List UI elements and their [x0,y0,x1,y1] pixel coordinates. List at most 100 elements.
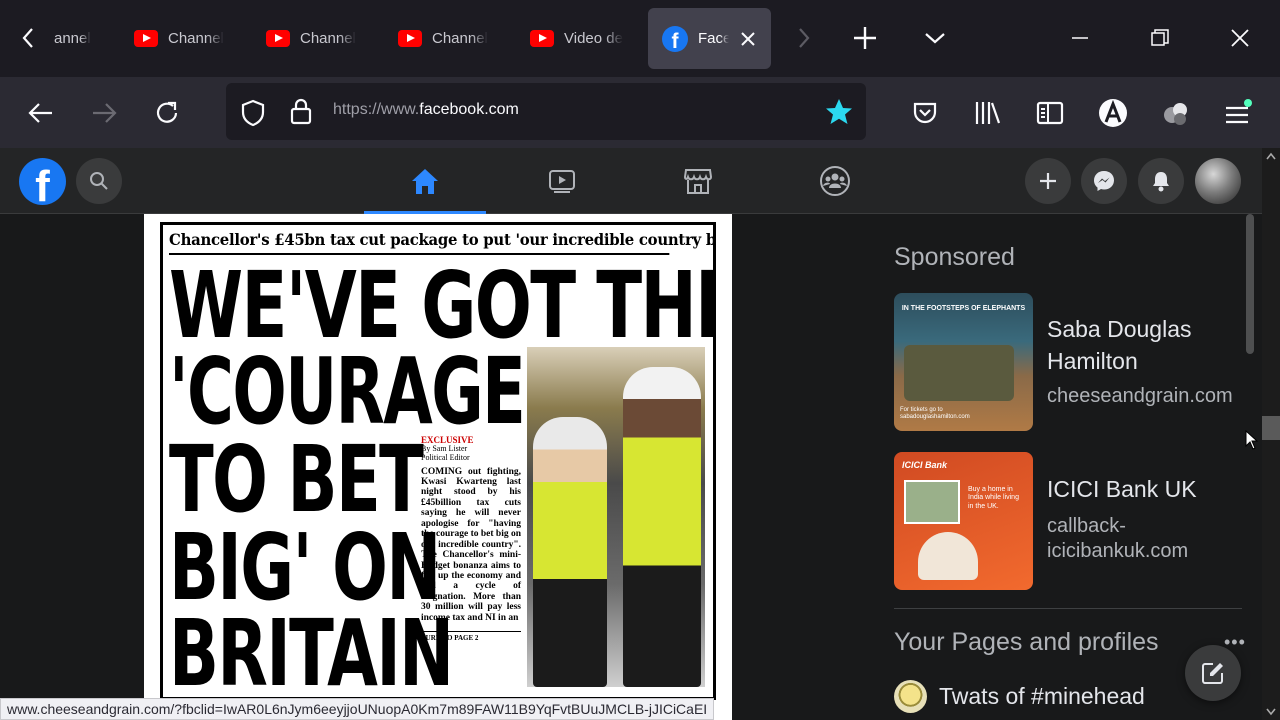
list-tabs-button[interactable] [919,22,951,54]
tab-marketplace[interactable] [637,148,759,213]
tab-strip: annel Channel Channel Channel Video de f… [0,0,1280,77]
lock-icon[interactable] [290,97,312,125]
scrollbar-thumb[interactable] [1262,416,1280,440]
restore-button[interactable] [1144,22,1176,54]
post-image-newspaper[interactable]: Chancellor's £45bn tax cut package to pu… [144,214,732,720]
arrow-left-icon [28,103,52,123]
ad-domain: cheeseandgrain.com [1047,385,1233,407]
reader-view-button[interactable] [1032,95,1068,131]
chevron-right-icon [799,28,810,48]
bell-icon [1153,172,1169,192]
close-window-button[interactable] [1224,22,1256,54]
byline-role: Political Editor [421,452,470,462]
ad-domain: callback-icicibankuk.com [1047,515,1189,562]
tab-watch[interactable] [501,148,623,213]
newspaper-story: EXCLUSIVE By Sam Lister Political Editor… [421,435,521,642]
new-tab-button[interactable] [849,22,881,54]
ad-image-chair [918,532,978,580]
tab-label: annel [54,30,91,47]
tab-label: Video de [564,30,623,47]
pocket-button[interactable] [907,95,943,131]
library-button[interactable] [970,95,1006,131]
create-button[interactable] [1025,158,1071,204]
pages-heading: Your Pages and profiles [894,628,1159,656]
mouse-cursor-icon [1245,430,1259,450]
ad-image: IN THE FOOTSTEPS OF ELEPHANTS For ticket… [894,293,1033,431]
extension-icon [1164,103,1187,125]
youtube-icon [134,30,158,47]
feed-area: Chancellor's £45bn tax cut package to pu… [0,214,1262,720]
sponsored-ad[interactable]: IN THE FOOTSTEPS OF ELEPHANTS For ticket… [894,293,1244,431]
tab-scroll-left-button[interactable] [14,22,42,54]
scroll-up-arrow-icon[interactable] [1266,152,1276,160]
tab-youtube-4[interactable]: Video de [516,8,644,69]
extensions-button[interactable] [1158,95,1194,131]
account-a-icon [1099,99,1127,127]
tab-facebook[interactable]: f Facebook [648,8,771,69]
tab-youtube-2[interactable]: Channel [252,8,380,69]
hamburger-menu-icon [1226,99,1252,124]
ad-image-footer: For tickets go to sabadouglashamilton.co… [900,407,970,421]
tab-partial[interactable]: annel [40,8,110,69]
ad-image-photo [904,480,960,524]
compose-icon [1202,663,1223,684]
page-scrollbar[interactable] [1262,148,1280,720]
profile-avatar[interactable] [1195,158,1241,204]
turn-to-page: TURN TO PAGE 2 [421,631,521,642]
account-button[interactable] [1095,95,1131,131]
video-play-icon [549,169,575,193]
story-body: COMING out fighting, Kwasi Kwarteng last… [421,466,522,623]
headline-line: BRITAIN [169,601,454,700]
newspaper-strapline: Chancellor's £45bn tax cut package to pu… [169,230,713,255]
messenger-button[interactable] [1081,158,1127,204]
tab-youtube-3[interactable]: Channel [384,8,512,69]
facebook-icon: f [662,25,688,52]
back-button[interactable] [23,95,59,131]
tab-label: Channel [168,30,224,47]
photo-person [623,367,701,687]
facebook-header: f [0,148,1262,214]
newspaper-frame: Chancellor's £45bn tax cut package to pu… [160,222,716,700]
url-text[interactable]: https://www.facebook.com [333,101,519,119]
newspaper-photo [527,347,705,687]
reload-icon [156,101,178,123]
close-icon [1231,29,1249,47]
ad-image: ICICI Bank Buy a home in India while liv… [894,452,1033,590]
sponsored-ad[interactable]: ICICI Bank Buy a home in India while liv… [894,452,1244,590]
headline-line: 'COURAGE [169,339,526,446]
tab-home[interactable] [364,148,486,214]
minimize-button[interactable] [1064,22,1096,54]
tab-label: Channel [432,30,488,47]
shield-icon[interactable] [240,99,266,127]
sidebar-scrollbar-thumb[interactable] [1246,214,1254,354]
new-message-button[interactable] [1185,645,1241,701]
bookmark-star-icon[interactable] [824,97,854,127]
tab-youtube-1[interactable]: Channel [120,8,248,69]
address-bar[interactable]: https://www.facebook.com [226,83,866,140]
ad-name: ICICI Bank UK [1047,476,1197,502]
page-avatar [894,680,927,713]
search-button[interactable] [76,158,122,204]
menu-button[interactable] [1220,95,1256,131]
restore-icon [1151,29,1169,46]
notifications-button[interactable] [1138,158,1184,204]
tab-label: Channel [300,30,356,47]
forward-button[interactable] [86,95,122,131]
facebook-logo[interactable]: f [19,158,66,205]
page-list-item[interactable]: Twats of #minehead [894,680,1145,713]
headline-line: TO BET [169,427,424,534]
youtube-icon [266,30,290,47]
tab-scroll-right-button[interactable] [788,22,820,54]
tab-groups[interactable] [774,148,896,213]
ad-image-header: IN THE FOOTSTEPS OF ELEPHANTS [901,305,1026,312]
reload-button[interactable] [149,95,185,131]
library-icon [975,102,1001,124]
browser-window: annel Channel Channel Channel Video de f… [0,0,1280,720]
ad-image-brand: ICICI Bank [902,460,948,470]
close-tab-icon[interactable] [739,30,757,48]
home-icon [412,168,438,194]
navigation-toolbar: https://www.facebook.com [0,77,1280,148]
page-name: Twats of #minehead [939,683,1145,709]
scroll-down-arrow-icon[interactable] [1266,708,1276,716]
photo-person [533,417,607,687]
